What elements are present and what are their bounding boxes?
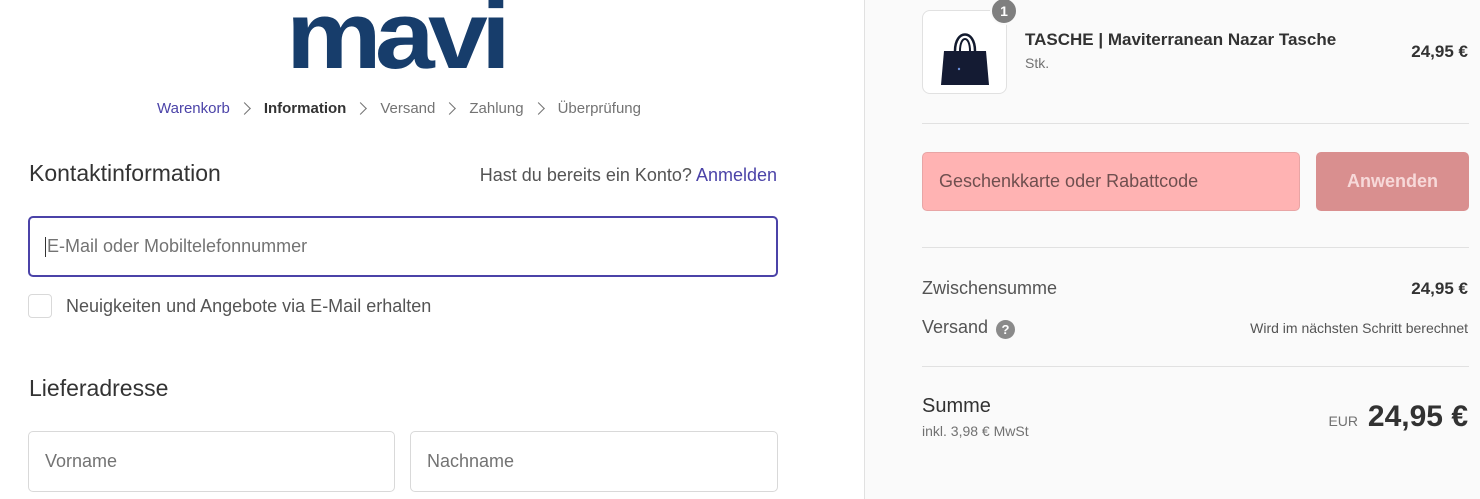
subtotal-value: 24,95 € [1411, 279, 1468, 298]
chevron-right-icon [531, 102, 545, 115]
last-name-placeholder: Nachname [427, 451, 515, 471]
breadcrumb-information: Information [263, 100, 347, 117]
breadcrumb-cart[interactable]: Warenkorb [157, 100, 230, 117]
newsletter-label: Neuigkeiten und Angebote via E-Mail erha… [66, 295, 432, 316]
breadcrumb: Warenkorb Information Versand Zahlung Üb… [157, 100, 641, 117]
text-caret [45, 236, 46, 257]
logo-text: mavi [286, 0, 511, 89]
subtotal-label: Zwischensumme [922, 278, 1058, 298]
newsletter-option[interactable]: Neuigkeiten und Angebote via E-Mail erha… [28, 294, 431, 318]
last-name-field[interactable]: Nachname [410, 431, 778, 492]
shipping-label: Versand [922, 317, 989, 337]
product-price: 24,95 € [1411, 42, 1468, 61]
divider [922, 366, 1469, 367]
first-name-field[interactable]: Vorname [28, 431, 395, 492]
tax-note: inkl. 3,98 € MwSt [922, 423, 1029, 439]
apply-discount-button[interactable]: Anwenden [1316, 152, 1469, 211]
chevron-right-icon [443, 102, 457, 115]
discount-code-field[interactable]: Geschenkkarte oder Rabattcode [922, 152, 1300, 211]
email-field[interactable]: E-Mail oder Mobiltelefonnummer [28, 216, 778, 277]
discount-placeholder: Geschenkkarte oder Rabattcode [939, 171, 1199, 191]
email-placeholder: E-Mail oder Mobiltelefonnummer [47, 236, 308, 256]
currency-code: EUR [1328, 413, 1358, 429]
mavi-logo[interactable]: mavi [286, 0, 520, 84]
newsletter-checkbox[interactable] [28, 294, 52, 318]
checkout-main: mavi Warenkorb Information Versand Zahlu… [0, 0, 864, 499]
order-summary: 1 TASCHE | Maviterranean Nazar Tasche St… [864, 0, 1480, 499]
chevron-right-icon [237, 102, 251, 115]
divider [922, 247, 1469, 248]
product-thumbnail [922, 10, 1007, 94]
tote-bag-icon [941, 33, 989, 85]
shipping-title: Lieferadresse [29, 375, 169, 401]
login-link[interactable]: Anmelden [696, 165, 777, 185]
breadcrumb-shipping: Versand [380, 100, 436, 117]
contact-title: Kontaktinformation [29, 160, 221, 186]
product-variant: Stk. [1025, 55, 1050, 71]
first-name-placeholder: Vorname [45, 451, 118, 471]
breadcrumb-review: Überprüfung [557, 100, 641, 117]
divider [922, 123, 1469, 124]
breadcrumb-payment: Zahlung [469, 100, 524, 117]
login-prompt: Hast du bereits ein Konto? [479, 165, 692, 185]
shipping-value: Wird im nächsten Schritt berechnet [1250, 320, 1468, 336]
quantity-badge: 1 [990, 0, 1018, 25]
chevron-right-icon [354, 102, 368, 115]
product-name: TASCHE | Maviterranean Nazar Tasche [1025, 30, 1337, 49]
help-icon[interactable]: ? [996, 320, 1015, 339]
total-label: Summe [922, 395, 991, 417]
total-value: 24,95 € [1367, 400, 1468, 433]
login-hint: Hast du bereits ein Konto? Anmelden [480, 165, 777, 186]
